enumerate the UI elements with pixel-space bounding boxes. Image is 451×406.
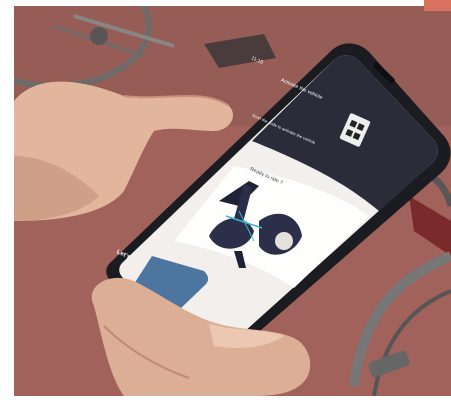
photo-scene: [14, 6, 451, 396]
corner-mark: [424, 0, 451, 11]
photo: 11:16 Activate the vehicle Scan the code…: [14, 6, 451, 396]
